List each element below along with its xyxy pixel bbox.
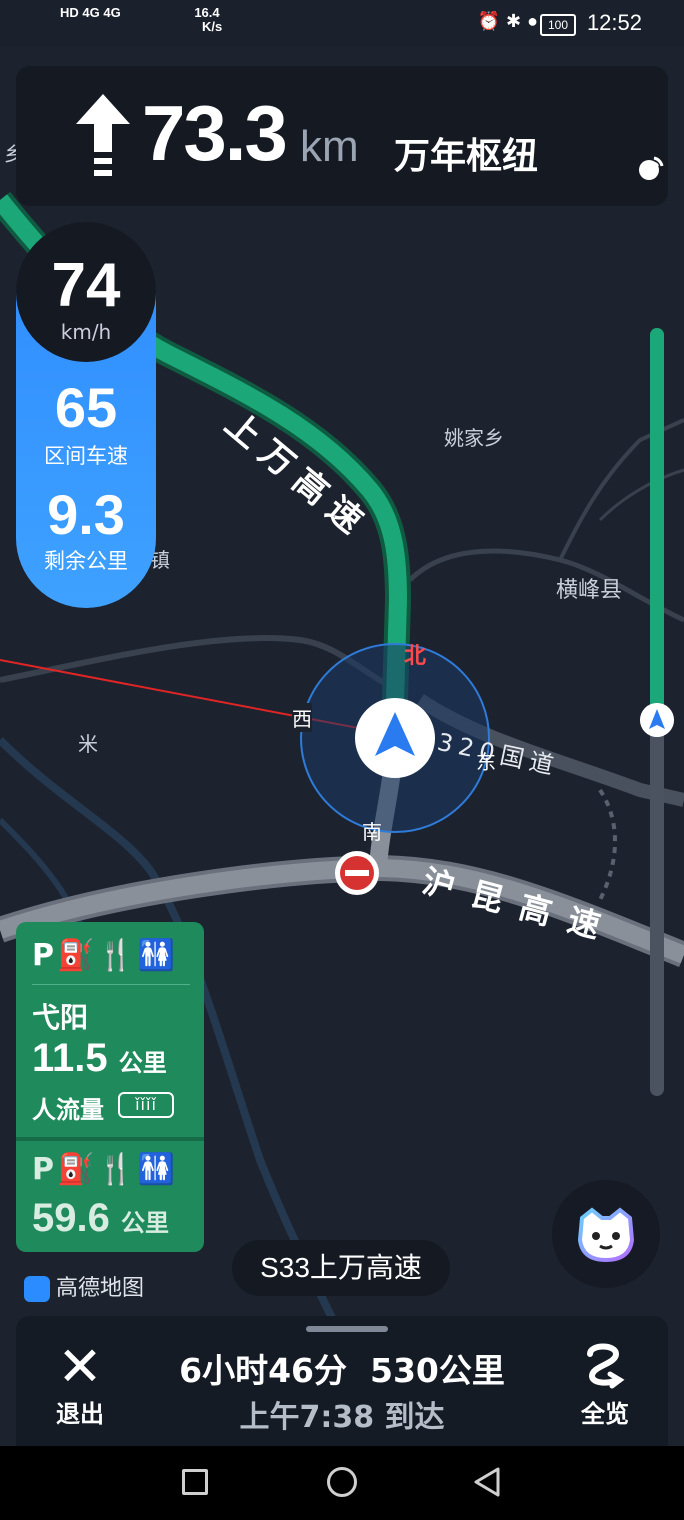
service-area-distance-unit: 公里 xyxy=(118,1049,167,1077)
town-label: 姚家乡 xyxy=(444,426,504,450)
turn-destination: 万年枢纽 xyxy=(394,136,539,177)
net-speed-unit: K/s xyxy=(202,19,223,34)
facility-icons-2: P⛽🍴🚻 xyxy=(32,1152,179,1187)
compass-west: 西 xyxy=(292,703,312,732)
service-area-2-distance: 59.6 公里 xyxy=(32,1196,169,1241)
compass-north: 北 xyxy=(404,644,427,669)
overview-label: 全览 xyxy=(581,1400,629,1428)
section-remaining-distance: 9.3 xyxy=(47,483,125,546)
service-area-2-distance-unit: 公里 xyxy=(120,1209,169,1237)
compass-east: 东 xyxy=(476,750,496,774)
service-area-distance-value: 11.5 xyxy=(32,1036,108,1080)
exit-button[interactable]: ✕ 退出 xyxy=(50,1340,110,1429)
gps-signal-icon xyxy=(639,156,664,180)
current-position-marker-icon xyxy=(640,703,674,737)
turn-distance-value: 73.3 xyxy=(142,89,288,177)
alarm-icon: ⏰ xyxy=(477,11,507,31)
voice-assistant-button[interactable] xyxy=(552,1180,660,1288)
recent-apps-button[interactable] xyxy=(182,1469,208,1495)
section-avg-speed: 65 xyxy=(54,376,118,439)
remaining-distance: 530公里 xyxy=(369,1351,505,1390)
speed-unit: km/h xyxy=(60,320,112,344)
home-button[interactable] xyxy=(327,1467,357,1497)
bluetooth-icon: ✱ xyxy=(506,11,528,31)
crowd-level-icon: ǐǐǐǐ xyxy=(118,1092,174,1118)
trip-remaining: 6小时46分 530公里 xyxy=(150,1344,534,1392)
remaining-time: 6小时46分 xyxy=(179,1351,347,1390)
assistant-avatar-icon xyxy=(577,1207,635,1263)
current-speed-circle: 74 km/h xyxy=(16,222,156,362)
brand-text: 高德地图 xyxy=(56,1276,145,1301)
overview-button[interactable]: 全览 xyxy=(572,1340,638,1429)
current-speed: 74 xyxy=(51,251,121,320)
battery-icon: 100 xyxy=(540,14,576,36)
turn-distance-unit: km xyxy=(300,122,359,171)
route-overview-icon xyxy=(587,1343,625,1389)
network-indicators: HD 4G 4G 16.4 K/s xyxy=(60,6,222,34)
compass-south: 南 xyxy=(362,820,382,844)
section-avg-label: 区间车速 xyxy=(44,444,128,468)
close-icon: ✕ xyxy=(57,1335,103,1398)
amap-logo-icon xyxy=(24,1276,50,1302)
battery-level: 100 xyxy=(547,18,569,32)
back-button[interactable] xyxy=(470,1465,504,1499)
service-area-separator xyxy=(32,984,190,985)
current-road-pill: S33上万高速 xyxy=(232,1240,450,1296)
crowd-label: 人流量 xyxy=(32,1096,104,1124)
misc-label: 米 xyxy=(78,732,98,756)
network-text: HD 4G 4G xyxy=(60,5,121,20)
facility-icons: P⛽🍴🚻 xyxy=(32,938,179,973)
service-area-2-distance-value: 59.6 xyxy=(32,1196,110,1240)
service-area-distance: 11.5 公里 xyxy=(32,1036,167,1081)
exit-label: 退出 xyxy=(56,1400,104,1428)
section-remaining-label: 剩余公里 xyxy=(44,549,128,573)
arrow-up-icon xyxy=(76,94,130,176)
status-bar: HD 4G 4G 16.4 K/s ⏰✱● 100 12:52 xyxy=(0,0,684,46)
service-area-divider xyxy=(16,1137,204,1141)
eta: 上午7:38 到达 xyxy=(239,1400,445,1435)
status-icons: ⏰✱● xyxy=(478,11,544,32)
clock: 12:52 xyxy=(586,10,642,35)
drag-handle[interactable] xyxy=(306,1326,388,1332)
county-label: 横峰县 xyxy=(556,578,623,603)
brand-logo: 高德地图 xyxy=(24,1270,144,1302)
route-progress-fill xyxy=(650,328,664,712)
net-speed-value: 16.4 xyxy=(194,5,220,20)
service-area-name: 弋阳 xyxy=(32,1001,89,1034)
